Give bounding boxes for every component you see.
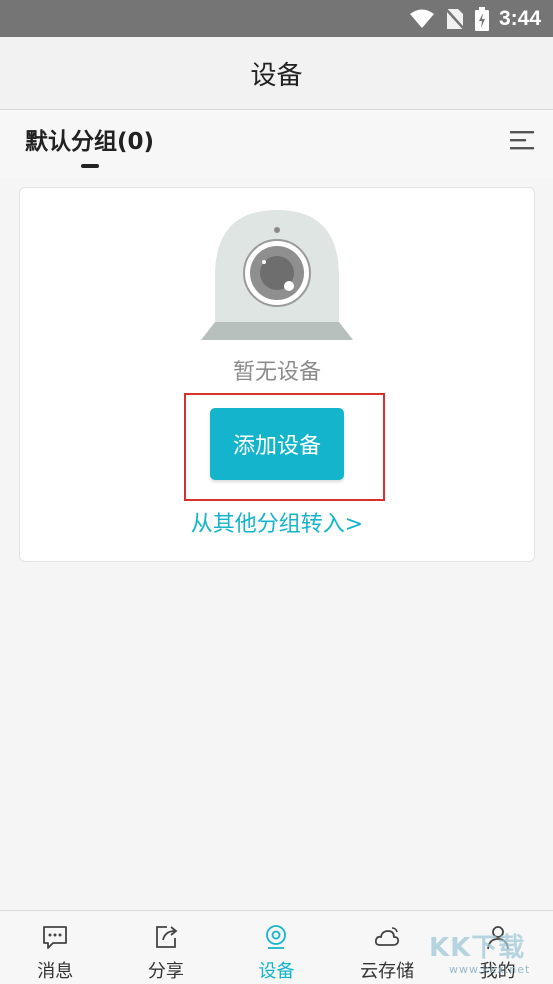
nav-item-cloud-storage[interactable]: 云存储 (332, 911, 443, 984)
status-bar: 3:44 (0, 0, 553, 37)
device-card: 暂无设备 添加设备 从其他分组转入> (19, 187, 535, 562)
empty-state-message: 暂无设备 (232, 360, 321, 385)
message-icon (43, 926, 68, 949)
group-tab-indicator (81, 164, 99, 168)
cloud-icon (375, 927, 400, 946)
battery-charging-icon (474, 6, 489, 31)
move-from-other-group-link[interactable]: 从其他分组转入> (20, 506, 534, 538)
wifi-icon (409, 9, 434, 28)
group-tab-default[interactable]: 默认分组(0) (25, 122, 155, 168)
no-sim-icon (445, 7, 465, 30)
camera-illustration-icon (201, 210, 353, 340)
watermark-logo: KK下载 www.kkx.net (429, 927, 551, 981)
status-time: 3:44 (498, 6, 541, 30)
nav-item-messages[interactable]: 消息 (0, 911, 111, 984)
menu-icon[interactable] (509, 127, 535, 153)
watermark-text: KK下载 (429, 933, 526, 963)
nav-label-messages: 消息 (37, 961, 74, 982)
add-device-button[interactable]: 添加设备 (210, 408, 344, 480)
watermark-url: www.kkx.net (449, 963, 531, 976)
share-icon (155, 926, 178, 948)
nav-label-devices: 设备 (258, 961, 295, 982)
page-title: 设备 (250, 60, 303, 91)
group-tab-label: 默认分组(0) (25, 129, 155, 155)
nav-item-devices[interactable]: 设备 (221, 911, 332, 984)
nav-item-share[interactable]: 分享 (111, 911, 222, 984)
nav-label-cloud-storage: 云存储 (360, 961, 415, 982)
nav-label-share: 分享 (147, 961, 184, 982)
app-header: 设备 (0, 37, 553, 110)
device-camera-icon (266, 925, 287, 949)
group-bar: 默认分组(0) (0, 110, 553, 178)
